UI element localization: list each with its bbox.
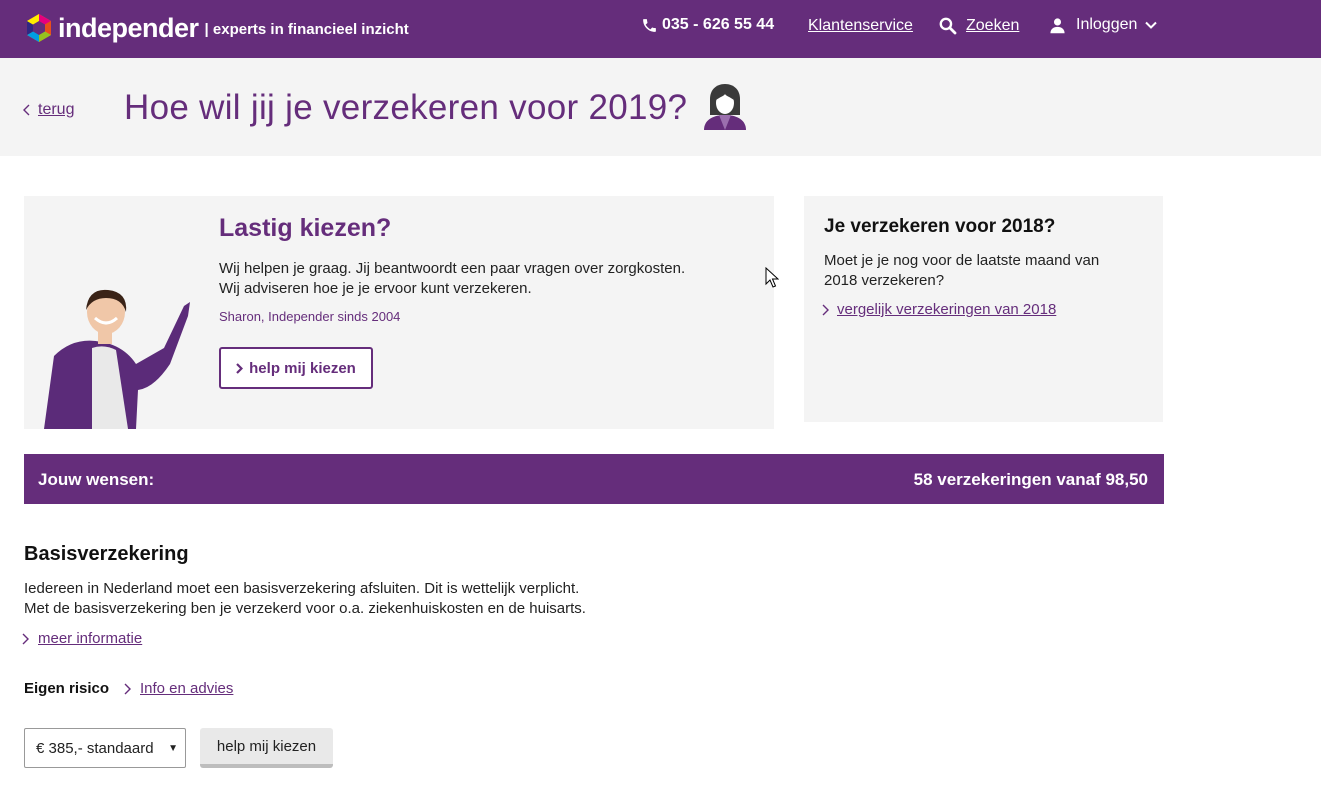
deductible-help-label: help mij kiezen (216, 737, 317, 755)
customer-service-link[interactable]: Klantenservice (808, 17, 913, 35)
logo-wordmark: independer (58, 13, 199, 43)
phone-number-text: 035 - 626 55 44 (662, 16, 775, 33)
compare-2018-link-text: vergelijk verzekeringen van 2018 (837, 301, 1057, 318)
insure-2018-card: Je verzekeren voor 2018? Moet je je nog … (804, 196, 1163, 422)
login-text: Inloggen (1076, 16, 1138, 33)
more-info-link-text: meer informatie (38, 630, 143, 647)
compare-2018-link[interactable]: vergelijk verzekeringen van 2018 (822, 301, 1056, 318)
advice-line-2: Wij adviseren hoe je je ervoor kunt verz… (219, 280, 532, 297)
advisor-signature: Sharon, Independer sinds 2004 (219, 309, 401, 324)
advice-line-1: Wij helpen je graag. Jij beantwoordt een… (219, 260, 686, 277)
results-count: 58 verzekeringen vanaf 98,50 (913, 470, 1148, 489)
deductible-label: Eigen risico (24, 680, 110, 697)
advisor-photo (44, 289, 190, 429)
logo-hexagon-icon (27, 14, 51, 42)
deductible-info-link-text: Info en advies (140, 680, 234, 697)
search-link-text: Zoeken (966, 16, 1020, 34)
top-navigation-bar: independer | experts in financieel inzic… (0, 0, 1321, 58)
chevron-down-icon (1145, 21, 1158, 29)
login-menu[interactable]: Inloggen (1049, 16, 1158, 34)
deductible-select-value: € 385,- standaard (36, 739, 154, 757)
chevron-right-icon (124, 683, 131, 694)
mouse-cursor-icon (765, 267, 779, 288)
chevron-right-icon (22, 633, 29, 644)
page-title: Hoe wil jij je verzekeren voor 2019? (124, 88, 688, 127)
dropdown-arrow-icon: ▼ (168, 743, 178, 754)
search-link[interactable]: Zoeken (938, 16, 1019, 35)
wishes-summary-bar: Jouw wensen: 58 verzekeringen vanaf 98,5… (24, 454, 1164, 504)
logo-tagline: | experts in financieel inzicht (204, 20, 409, 38)
chevron-right-icon (236, 362, 244, 374)
insure-2018-description: Moet je je nog voor de laatste maand van… (824, 251, 1134, 291)
advice-description: Wij helpen je graag. Jij beantwoordt een… (219, 259, 759, 299)
deductible-select[interactable]: € 385,- standaard ▼ (24, 728, 186, 768)
basis-insurance-title: Basisverzekering (24, 543, 189, 565)
basis-line-2: Met de basisverzekering ben je verzekerd… (24, 600, 586, 617)
insure-2018-title: Je verzekeren voor 2018? (824, 216, 1056, 237)
basis-insurance-description: Iedereen in Nederland moet een basisverz… (24, 579, 586, 619)
back-link-text: terug (38, 101, 75, 118)
user-icon (1050, 17, 1065, 33)
deductible-help-button[interactable]: help mij kiezen (200, 728, 333, 768)
wishes-label: Jouw wensen: (38, 470, 155, 489)
page-header: terug Hoe wil jij je verzekeren voor 201… (0, 58, 1321, 156)
advisor-avatar-icon (704, 84, 746, 130)
chevron-right-icon (822, 304, 829, 315)
basis-line-1: Iedereen in Nederland moet een basisverz… (24, 580, 580, 597)
more-info-link[interactable]: meer informatie (22, 630, 142, 647)
help-me-choose-button[interactable]: help mij kiezen (219, 347, 373, 389)
independer-logo[interactable]: independer | experts in financieel inzic… (26, 12, 409, 44)
chevron-left-icon (23, 104, 30, 116)
insure-2018-line-1: Moet je je nog voor de laatste maand van (824, 252, 1100, 269)
search-icon (939, 17, 957, 35)
insure-2018-line-2: 2018 verzekeren? (824, 272, 945, 289)
phone-number[interactable]: 035 - 626 55 44 (641, 16, 774, 34)
phone-icon (643, 18, 656, 32)
advice-card: Lastig kiezen? Wij helpen je graag. Jij … (24, 196, 774, 429)
back-link[interactable]: terug (23, 101, 74, 119)
advice-title: Lastig kiezen? (219, 214, 392, 242)
deductible-info-link[interactable]: Info en advies (124, 680, 233, 697)
help-me-choose-label: help mij kiezen (249, 359, 356, 377)
